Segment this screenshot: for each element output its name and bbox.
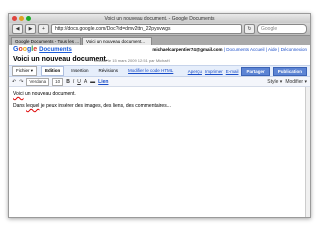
navigation-bar: ◀ ▶ + http://docs.google.com/Doc?id=dmv2… xyxy=(9,23,310,36)
misspelled-word[interactable]: lequel xyxy=(26,103,39,109)
misspelled-word[interactable]: Voici xyxy=(13,91,24,97)
print-link[interactable]: Imprimer xyxy=(205,69,223,74)
tab-current-document[interactable]: Voici un nouveau document... xyxy=(82,37,152,45)
documents-home-link[interactable]: Documents Accueil xyxy=(226,47,264,52)
share-button[interactable]: Partager xyxy=(241,66,270,76)
underline-button[interactable]: U xyxy=(77,79,81,85)
docs-header: Google Documents michaelcarpentier74@gmai… xyxy=(9,45,310,56)
undo-icon[interactable]: ↶ xyxy=(12,79,16,85)
style-menu[interactable]: Style ▾ xyxy=(267,79,282,85)
format-toolbar: ↶ ↷ Verdana 10 B I U A ▬ Lien Style ▾ Mo… xyxy=(9,77,310,87)
search-input[interactable]: Google xyxy=(257,24,307,34)
add-bookmark-icon[interactable]: + xyxy=(38,24,49,34)
text-color-icon[interactable]: A xyxy=(84,79,87,85)
menu-file[interactable]: Fichier ▾ xyxy=(12,66,38,76)
document-title-row: Voici un nouveau document. modifié le 15… xyxy=(9,56,310,65)
vertical-scrollbar[interactable] xyxy=(305,87,310,217)
account-email: michaelcarpentier74@gmail.com xyxy=(152,47,223,52)
document-line-1: Voici un nouveau document. xyxy=(13,91,76,97)
google-documents-logo[interactable]: Google Documents xyxy=(13,46,72,53)
menu-insert[interactable]: Insertion xyxy=(68,67,91,75)
publish-button[interactable]: Publication xyxy=(272,66,307,76)
document-line-2: Dans lequel je peux insérer des images, … xyxy=(13,103,171,109)
link-button[interactable]: Lien xyxy=(98,79,108,85)
title-bar: Voici un nouveau document. - Google Docu… xyxy=(9,14,310,23)
font-size-select[interactable]: 10 xyxy=(52,77,64,86)
menu-edit[interactable]: Edition xyxy=(41,66,65,76)
browser-window: Voici un nouveau document. - Google Docu… xyxy=(8,13,311,218)
logout-link[interactable]: Déconnexion xyxy=(281,47,307,52)
back-icon[interactable]: ◀ xyxy=(12,24,23,34)
bold-button[interactable]: B xyxy=(66,79,70,85)
preview-link[interactable]: Aperçu xyxy=(188,69,202,74)
help-link[interactable]: Aide xyxy=(268,47,277,52)
redo-icon[interactable]: ↷ xyxy=(19,79,23,85)
highlight-icon[interactable]: ▬ xyxy=(90,79,95,85)
forward-icon[interactable]: ▶ xyxy=(25,24,36,34)
account-links: michaelcarpentier74@gmail.com | Document… xyxy=(152,47,307,52)
menu-revisions[interactable]: Révisions xyxy=(96,67,122,75)
menu-right-actions: Aperçu Imprimer E-mail Partager Publicat… xyxy=(188,66,307,76)
reload-icon[interactable]: ↻ xyxy=(244,24,255,34)
email-link[interactable]: E-mail xyxy=(226,69,239,74)
font-select[interactable]: Verdana xyxy=(26,77,50,86)
modified-info: modifié le 15 mars 2009 12:51 par Michaë… xyxy=(94,58,170,63)
edit-html-link[interactable]: Modifier le code HTML xyxy=(125,67,176,75)
tab-documents-list[interactable]: Google Documents - Tous les ... xyxy=(11,37,81,45)
modify-menu[interactable]: Modifier ▾ xyxy=(285,79,307,85)
tab-strip: Google Documents - Tous les ... Voici un… xyxy=(9,36,310,45)
italic-button[interactable]: I xyxy=(73,79,74,85)
window-title: Voici un nouveau document. - Google Docu… xyxy=(104,15,215,22)
document-body[interactable]: Voici un nouveau document. Dans lequel j… xyxy=(9,87,310,217)
menu-bar: Fichier ▾ Edition Insertion Révisions Mo… xyxy=(9,65,310,77)
address-bar[interactable]: http://docs.google.com/Doc?id=dmv2ttn_22… xyxy=(51,24,242,34)
